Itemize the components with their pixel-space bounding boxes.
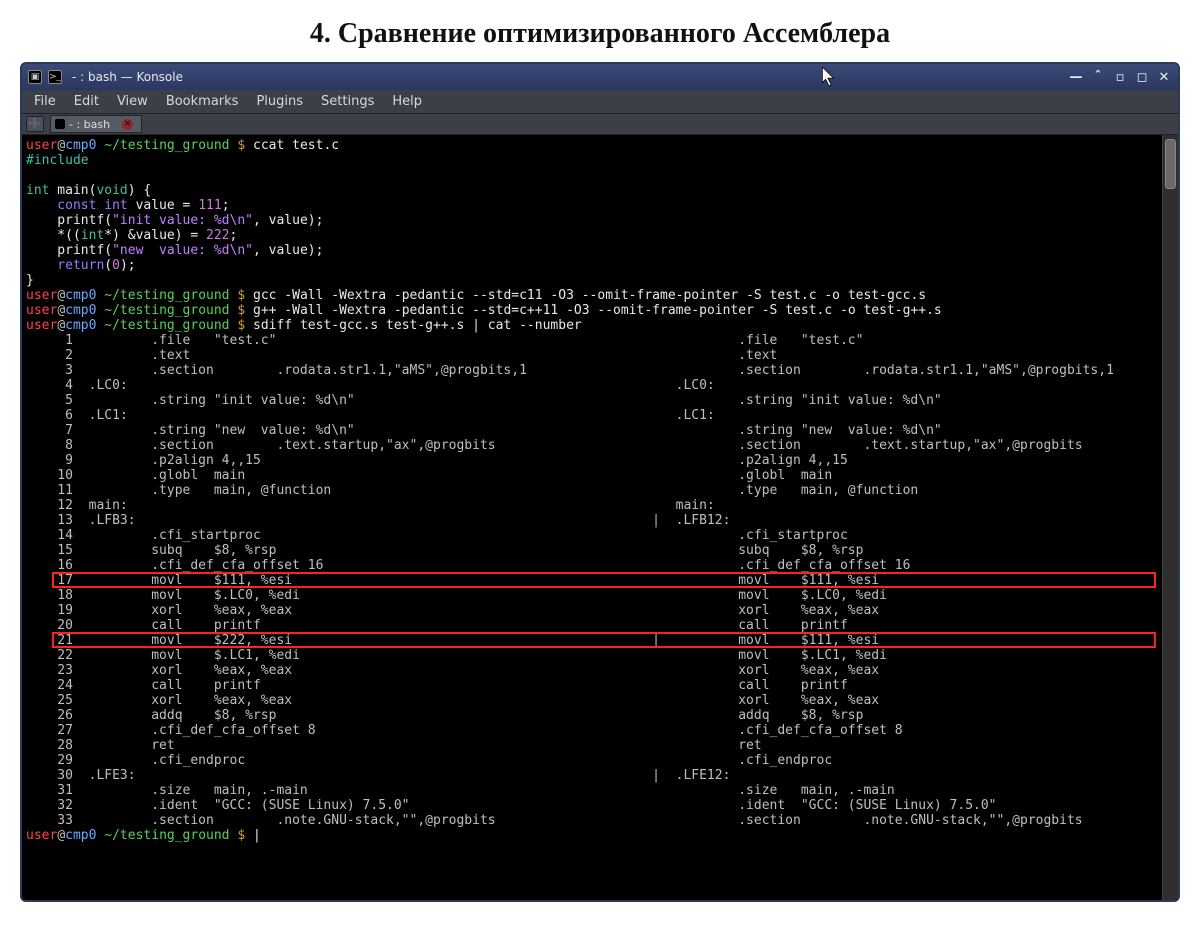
menu-plugins[interactable]: Plugins [256, 94, 303, 109]
close-button[interactable]: ✕ [1154, 69, 1174, 85]
restore-button[interactable]: ◻ [1132, 69, 1152, 85]
menu-settings[interactable]: Settings [321, 94, 374, 109]
terminal-window: ▣ >_ - : bash — Konsole — ˆ ▫ ◻ ✕ File E… [20, 62, 1180, 902]
mouse-cursor-icon [822, 67, 836, 87]
tab-label: - : bash [69, 118, 110, 131]
tabbar: ➕ - : bash × [22, 113, 1178, 135]
scrollbar[interactable] [1162, 135, 1178, 900]
new-tab-button[interactable]: ➕ [26, 116, 44, 132]
page-title: 4. Сравнение оптимизированного Ассемблер… [0, 0, 1200, 62]
menu-bookmarks[interactable]: Bookmarks [166, 94, 239, 109]
menubar: File Edit View Bookmarks Plugins Setting… [22, 90, 1178, 113]
tab-icon [55, 119, 65, 129]
menu-file[interactable]: File [34, 94, 56, 109]
window-title: - : bash — Konsole [68, 70, 183, 84]
menu-view[interactable]: View [117, 94, 148, 109]
tab-bash[interactable]: - : bash × [50, 115, 142, 133]
app-icon: >_ [48, 70, 62, 84]
app-icon: ▣ [28, 70, 42, 84]
menu-help[interactable]: Help [392, 94, 422, 109]
titlebar[interactable]: ▣ >_ - : bash — Konsole — ˆ ▫ ◻ ✕ [22, 64, 1178, 90]
menu-edit[interactable]: Edit [74, 94, 99, 109]
terminal-content[interactable]: user@cmp0 ~/testing_ground $ ccat test.c… [22, 135, 1166, 900]
minimize-button[interactable]: — [1066, 69, 1086, 85]
scrollbar-thumb[interactable] [1165, 139, 1176, 189]
maximize-button[interactable]: ▫ [1110, 69, 1130, 85]
tab-close-icon[interactable]: × [122, 119, 133, 130]
shade-button[interactable]: ˆ [1088, 69, 1108, 85]
